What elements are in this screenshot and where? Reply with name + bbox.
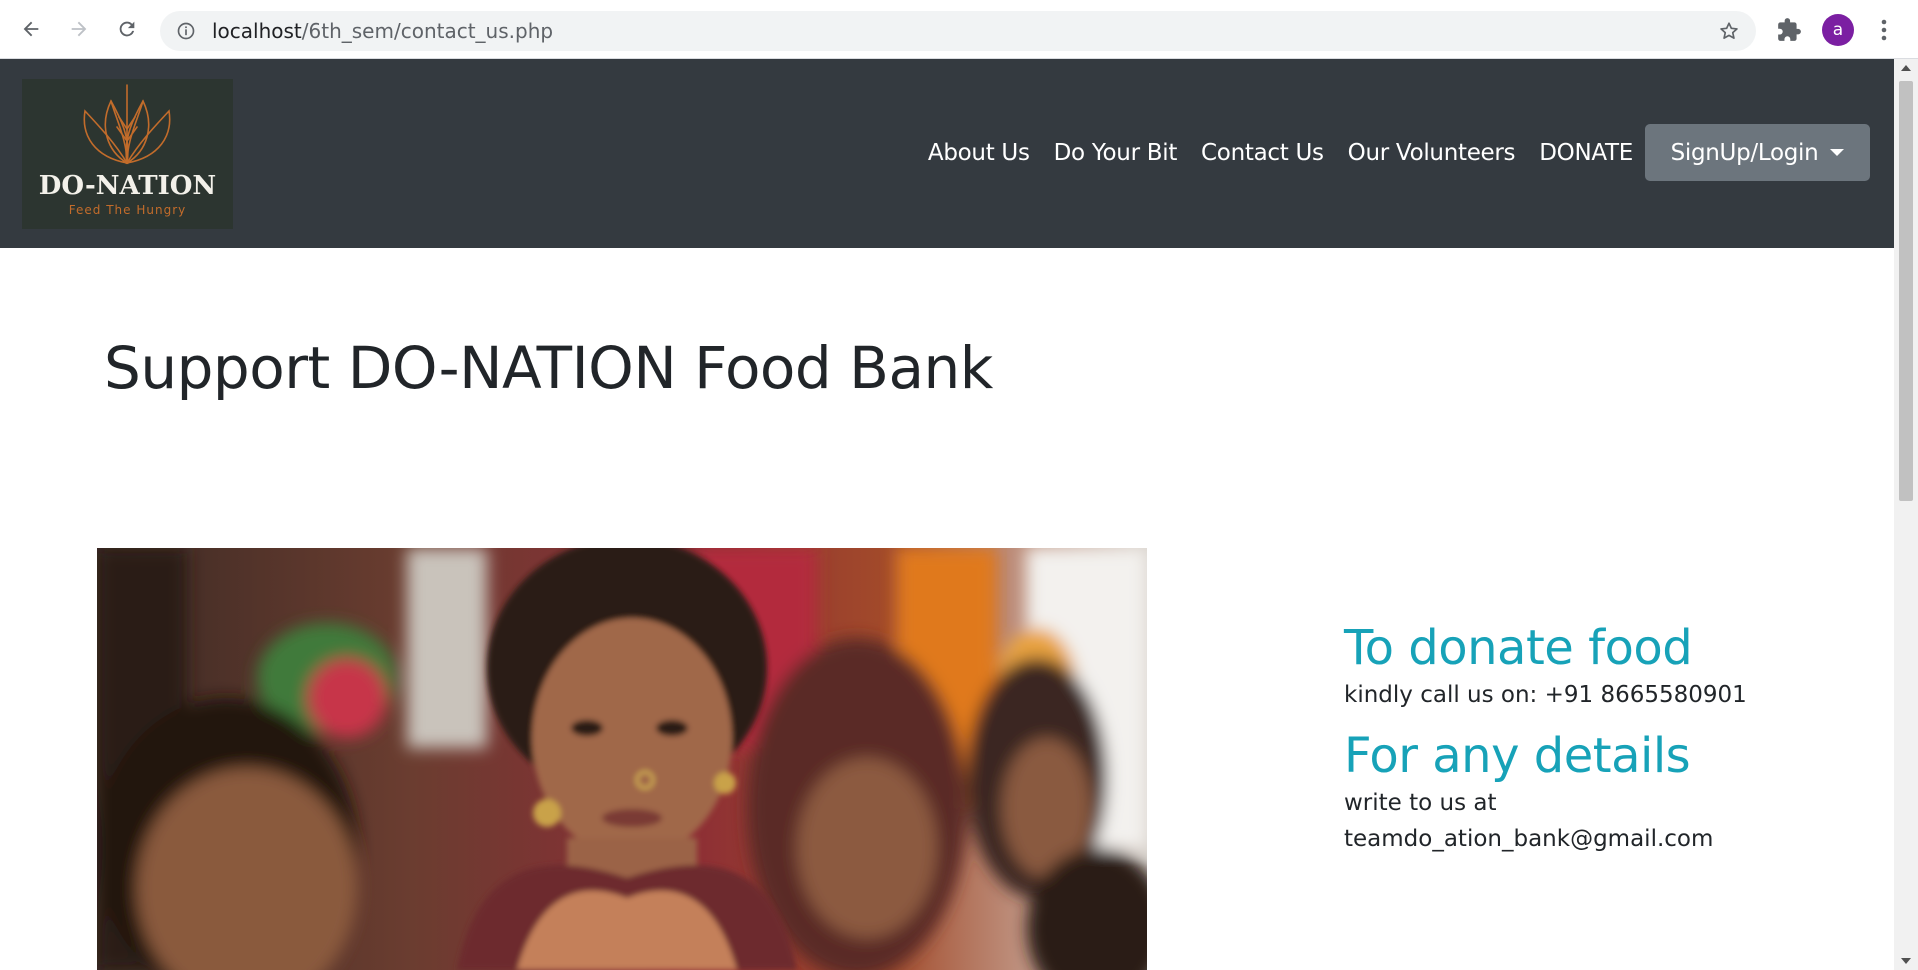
nav-links: About Us Do Your Bit Contact Us Our Volu… — [904, 124, 1870, 181]
page-title: Support DO-NATION Food Bank — [104, 334, 993, 402]
nav-link-about-us[interactable]: About Us — [928, 140, 1030, 166]
details-text-line1: write to us at — [1344, 790, 1497, 816]
contact-info: To donate food kindly call us on: +91 86… — [1344, 619, 1864, 857]
forward-button[interactable] — [64, 14, 94, 44]
children-photo-image — [97, 548, 1147, 970]
site-logo[interactable]: DO-NATION Feed The Hungry — [22, 79, 233, 229]
logo-tagline: Feed The Hungry — [68, 203, 187, 217]
url-text[interactable]: localhost/6th_sem/contact_us.php — [212, 20, 553, 42]
logo-brand-text: DO-NATION — [38, 171, 217, 201]
donate-food-heading: To donate food — [1344, 620, 1693, 676]
site-navbar: DO-NATION Feed The Hungry About Us Do Yo… — [0, 59, 1894, 248]
address-bar[interactable]: localhost/6th_sem/contact_us.php — [160, 11, 1756, 51]
scrollbar-thumb[interactable] — [1899, 81, 1913, 501]
url-path: /6th_sem/contact_us.php — [301, 19, 554, 43]
scroll-down-arrow-icon[interactable] — [1901, 958, 1911, 964]
signup-login-label: SignUp/Login — [1670, 139, 1819, 166]
page-viewport: DO-NATION Feed The Hungry About Us Do Yo… — [0, 59, 1894, 970]
arrow-right-icon — [71, 21, 87, 37]
kebab-menu-icon[interactable] — [1878, 17, 1890, 43]
vertical-scrollbar[interactable] — [1894, 59, 1918, 970]
caret-down-icon — [1830, 149, 1845, 156]
contact-email[interactable]: teamdo_ation_bank@gmail.com — [1344, 826, 1713, 852]
nav-link-donate[interactable]: DONATE — [1539, 140, 1633, 166]
nav-link-contact-us[interactable]: Contact Us — [1201, 140, 1324, 166]
details-text: write to us at teamdo_ation_bank@gmail.c… — [1344, 785, 1864, 857]
scroll-up-arrow-icon[interactable] — [1901, 65, 1911, 71]
profile-avatar[interactable]: a — [1822, 14, 1854, 46]
url-host: localhost — [212, 19, 302, 43]
browser-toolbar: localhost/6th_sem/contact_us.php a — [0, 0, 1918, 59]
nav-link-do-your-bit[interactable]: Do Your Bit — [1054, 140, 1178, 166]
bookmark-star-icon[interactable] — [1718, 20, 1740, 42]
leaf-logo-icon — [83, 84, 171, 165]
reload-button[interactable] — [112, 14, 142, 44]
donate-phone-text: kindly call us on: +91 8665580901 — [1344, 682, 1747, 708]
signup-login-dropdown-button[interactable]: SignUp/Login — [1645, 124, 1870, 181]
hero-photo — [97, 548, 1147, 970]
reload-icon — [119, 21, 135, 37]
back-button[interactable] — [16, 14, 46, 44]
extensions-puzzle-icon[interactable] — [1776, 17, 1802, 43]
details-heading: For any details — [1344, 728, 1691, 784]
nav-link-our-volunteers[interactable]: Our Volunteers — [1348, 140, 1516, 166]
arrow-left-icon — [23, 21, 39, 37]
info-icon[interactable] — [176, 21, 196, 41]
